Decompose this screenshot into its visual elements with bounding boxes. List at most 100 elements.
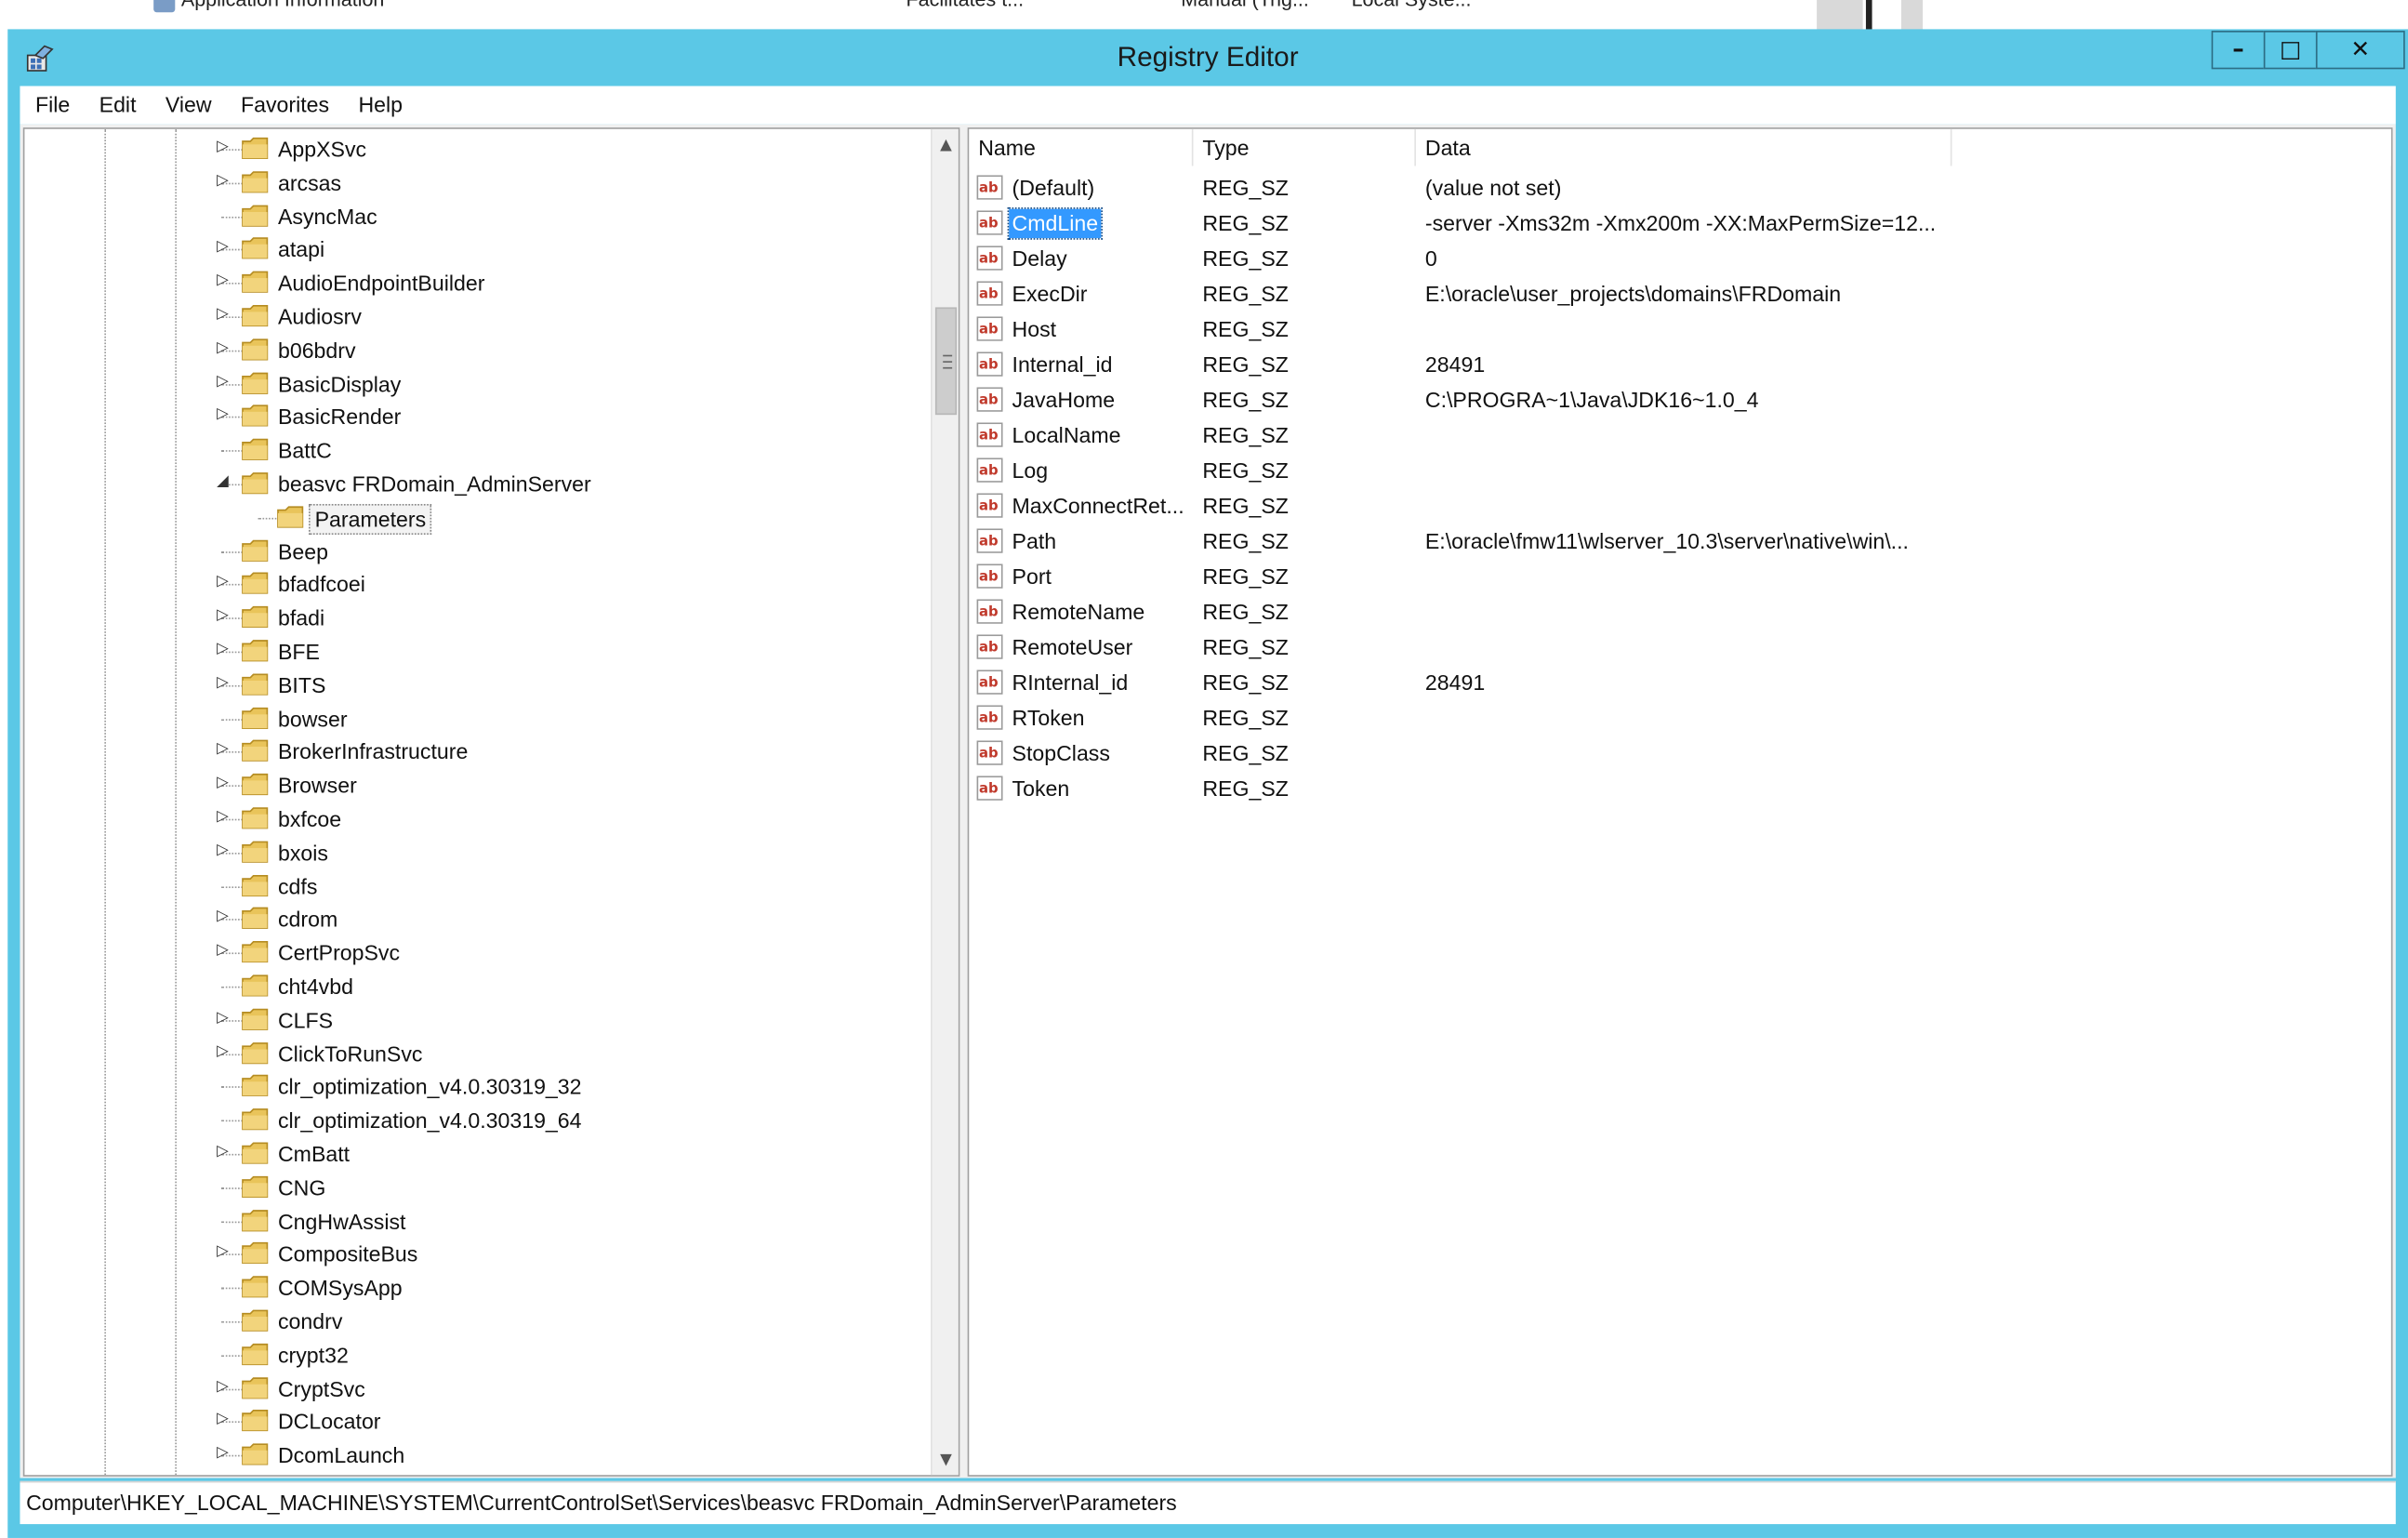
tree-item[interactable]: crypt32 [24,1338,931,1372]
tree-item[interactable]: ▷ bfadfcoei [24,567,931,601]
menu-file[interactable]: File [20,86,84,125]
tree-item[interactable]: cht4vbd [24,970,931,1003]
expand-arrow-icon[interactable]: ▷ [214,572,232,593]
tree-item[interactable]: ▷ DCLocator [24,1405,931,1439]
menu-favorites[interactable]: Favorites [225,86,342,125]
tree-item[interactable]: ▷ ClickToRunSvc [24,1037,931,1070]
list-row[interactable]: ab Host REG_SZ [969,312,2391,347]
tree-item[interactable]: ▷ bxois [24,836,931,869]
tree-item[interactable]: ▷ BasicDisplay [24,366,931,400]
list-row[interactable]: ab MaxConnectRet... REG_SZ [969,488,2391,524]
expand-arrow-icon[interactable]: ▷ [214,1376,232,1398]
list-row[interactable]: ab Port REG_SZ [969,559,2391,594]
list-row[interactable]: ab (Default) REG_SZ (value not set) [969,170,2391,206]
expand-arrow-icon[interactable]: ▷ [214,605,232,627]
expand-arrow-icon[interactable]: ▷ [214,371,232,392]
tree-item[interactable]: BattC [24,433,931,467]
tree-item[interactable]: ▷ BFE [24,634,931,668]
scrollbar-thumb[interactable] [934,307,958,416]
scroll-up-arrow-icon[interactable]: ▲ [933,132,959,160]
tree-vertical-scrollbar[interactable]: ▲ ▼ [930,128,959,1476]
column-header-data[interactable]: Data [1416,128,1952,166]
tree-item[interactable]: ▷ DcomLaunch [24,1439,931,1472]
list-row[interactable]: ab Delay REG_SZ 0 [969,241,2391,276]
list-row[interactable]: ab RInternal_id REG_SZ 28491 [969,665,2391,700]
list-row[interactable]: ab Token REG_SZ [969,771,2391,806]
tree-item[interactable]: cdfs [24,869,931,903]
column-header-name[interactable]: Name [969,128,1194,166]
registry-values-list[interactable]: Name Type Data ab (Default) REG_SZ (value n… [967,127,2393,1477]
tree-item[interactable]: ▷ Audiosrv [24,299,931,333]
list-row[interactable]: ab StopClass REG_SZ [969,736,2391,771]
maximize-button[interactable]: □ [2263,31,2318,70]
tree-item[interactable]: ◢ beasvc FRDomain_AdminServer [24,467,931,500]
tree-item[interactable]: ▷ CertPropSvc [24,936,931,970]
list-row[interactable]: ab RemoteName REG_SZ [969,594,2391,630]
tree-item[interactable]: condrv [24,1305,931,1338]
expand-arrow-icon[interactable]: ▷ [214,237,232,259]
expand-arrow-icon[interactable]: ▷ [214,1410,232,1431]
tree-item[interactable]: Beep [24,534,931,567]
expand-arrow-icon[interactable]: ▷ [214,639,232,660]
expand-arrow-icon[interactable]: ▷ [214,908,232,929]
tree-item[interactable]: CngHwAssist [24,1204,931,1238]
registry-key-tree[interactable]: ▷ AppXSvc ▷ arcsas AsyncMac ▷ atapi ▷ AudioEndpo… [22,127,960,1477]
expand-arrow-icon[interactable]: ▷ [214,1443,232,1465]
column-header-type[interactable]: Type [1193,128,1416,166]
list-row[interactable]: ab Path REG_SZ E:\oracle\fmw11\wlserver_10.… [969,524,2391,559]
expand-arrow-icon[interactable]: ▷ [214,170,232,192]
list-row[interactable]: ab Internal_id REG_SZ 28491 [969,347,2391,382]
expand-arrow-icon[interactable]: ▷ [214,1041,232,1063]
tree-item[interactable]: ▷ bxfcoe [24,802,931,836]
tree-item[interactable]: ▷ bfadi [24,601,931,634]
tree-item[interactable]: ▷ CLFS [24,1003,931,1037]
expand-arrow-icon[interactable]: ▷ [214,137,232,158]
tree-item[interactable]: ▷ BrokerInfrastructure [24,735,931,768]
tree-item[interactable]: clr_optimization_v4.0.30319_64 [24,1104,931,1137]
expand-arrow-icon[interactable]: ▷ [214,739,232,761]
list-row[interactable]: ab JavaHome REG_SZ C:\PROGRA~1\Java\JDK16~1… [969,382,2391,418]
tree-item[interactable]: ▷ AudioEndpointBuilder [24,266,931,299]
tree-item[interactable]: bowser [24,701,931,735]
expand-arrow-icon[interactable]: ▷ [214,304,232,325]
tree-item[interactable]: ▷ cdrom [24,903,931,936]
expand-arrow-icon[interactable]: ▷ [214,404,232,426]
tree-item[interactable]: ▷ atapi [24,232,931,266]
menu-edit[interactable]: Edit [84,86,150,125]
expand-arrow-icon[interactable]: ▷ [214,840,232,861]
expand-arrow-icon[interactable]: ▷ [214,338,232,359]
expand-arrow-icon[interactable]: ▷ [214,1008,232,1029]
tree-item[interactable]: clr_optimization_v4.0.30319_32 [24,1070,931,1104]
expand-arrow-icon[interactable]: ▷ [214,806,232,828]
tree-item[interactable]: ▷ CryptSvc [24,1372,931,1405]
list-row[interactable]: ab RToken REG_SZ [969,700,2391,736]
tree-item[interactable]: ▷ Browser [24,768,931,802]
title-bar[interactable]: Registry Editor – □ ✕ [7,29,2408,86]
tree-item[interactable]: ▷ b06bdrv [24,333,931,366]
scroll-down-arrow-icon[interactable]: ▼ [933,1447,959,1475]
expand-arrow-icon[interactable]: ▷ [214,941,232,962]
expand-arrow-icon[interactable]: ▷ [214,1242,232,1264]
collapse-arrow-icon[interactable]: ◢ [214,471,232,493]
list-row[interactable]: ab RemoteUser REG_SZ [969,630,2391,665]
tree-item[interactable]: ▷ BITS [24,668,931,701]
tree-item[interactable]: ▷ arcsas [24,166,931,199]
tree-item[interactable]: ▷ AppXSvc [24,132,931,166]
tree-item[interactable]: CNG [24,1171,931,1204]
tree-item[interactable]: ▷ BasicRender [24,400,931,433]
list-row[interactable]: ab LocalName REG_SZ [969,418,2391,453]
tree-item[interactable]: COMSysApp [24,1271,931,1305]
menu-help[interactable]: Help [343,86,417,125]
list-row[interactable]: ab CmdLine REG_SZ -server -Xms32m -Xmx200m … [969,206,2391,241]
minimize-button[interactable]: – [2211,31,2266,70]
tree-item[interactable]: Parameters [24,500,931,535]
expand-arrow-icon[interactable]: ▷ [214,672,232,694]
tree-item[interactable]: ▷ CompositeBus [24,1238,931,1271]
list-row[interactable]: ab ExecDir REG_SZ E:\oracle\user_projects\d… [969,276,2391,312]
menu-view[interactable]: View [150,86,225,125]
list-row[interactable]: ab Log REG_SZ [969,453,2391,488]
expand-arrow-icon[interactable]: ▷ [214,1142,232,1163]
expand-arrow-icon[interactable]: ▷ [214,773,232,794]
tree-item[interactable]: AsyncMac [24,199,931,232]
expand-arrow-icon[interactable]: ▷ [214,271,232,292]
